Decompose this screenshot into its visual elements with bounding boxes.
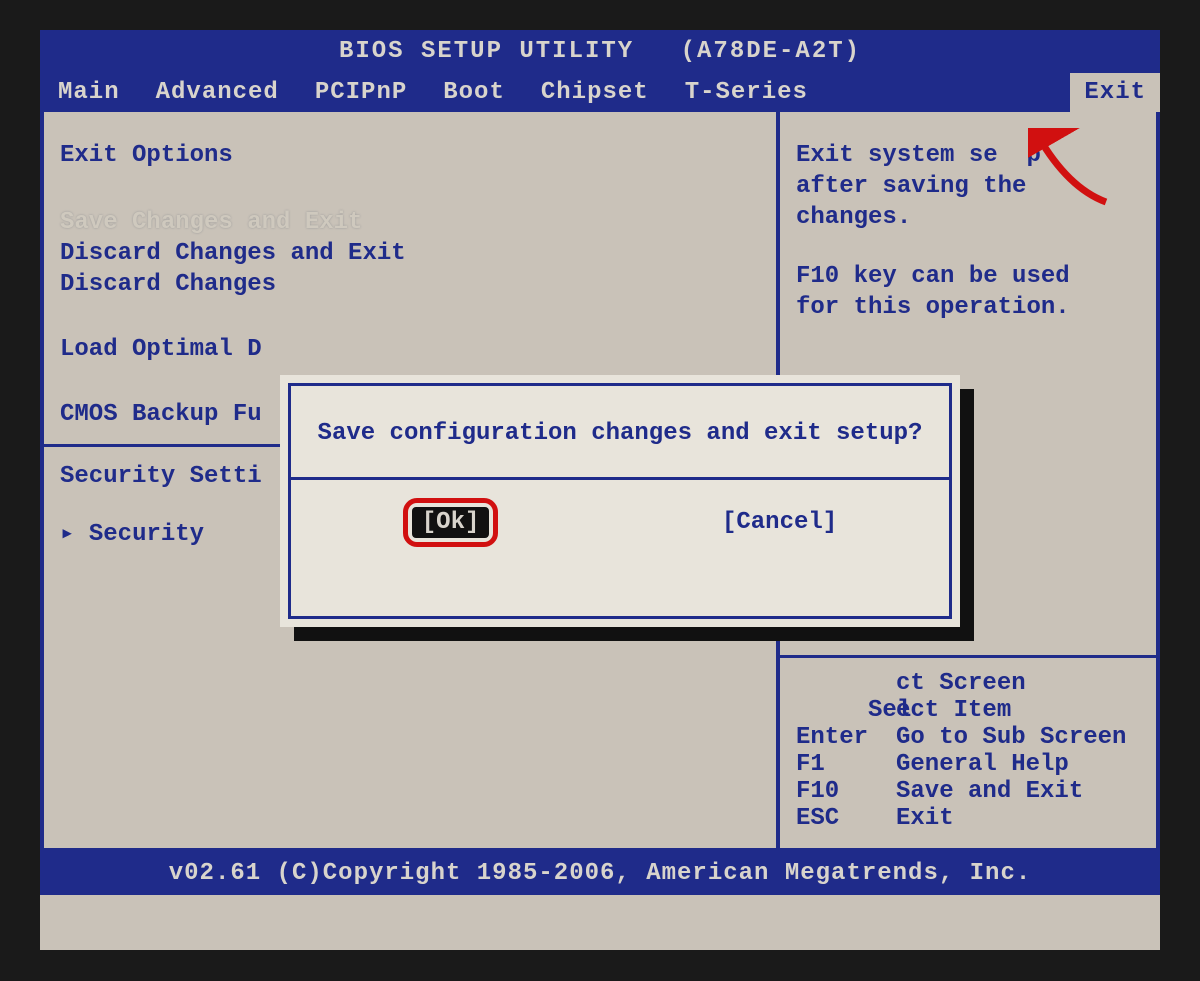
- help-key-enter: Enter: [796, 724, 896, 751]
- menu-discard-and-exit[interactable]: Discard Changes and Exit: [60, 240, 760, 267]
- menu-save-and-exit[interactable]: Save Changes and Exit: [60, 209, 760, 236]
- confirm-dialog: Save configuration changes and exit setu…: [280, 375, 960, 627]
- tab-advanced[interactable]: Advanced: [138, 73, 297, 112]
- help-pane: ct Screen Sel ect Item Enter Go to Sub S…: [780, 655, 1156, 832]
- header-board: (A78DE-A2T): [681, 38, 861, 65]
- tab-tseries[interactable]: T-Series: [667, 73, 826, 112]
- help-row: ct Screen: [796, 670, 1156, 697]
- header: BIOS SETUP UTILITY (A78DE-A2T): [40, 30, 1160, 73]
- help-row: Enter Go to Sub Screen: [796, 724, 1156, 751]
- help-key-arrows: Sel: [796, 697, 896, 724]
- help-key-f10: F10: [796, 778, 896, 805]
- help-row: F10 Save and Exit: [796, 778, 1156, 805]
- tab-pcipnp[interactable]: PCIPnP: [297, 73, 425, 112]
- help-key-f1: F1: [796, 751, 896, 778]
- exit-options-heading: Exit Options: [60, 142, 760, 169]
- help-key: [796, 670, 896, 697]
- dialog-message: Save configuration changes and exit setu…: [291, 386, 949, 477]
- menu-load-optimal[interactable]: Load Optimal D: [60, 336, 760, 363]
- ok-button[interactable]: [Ok]: [412, 507, 490, 538]
- help-row: ESC Exit: [796, 805, 1156, 832]
- side-description: Exit system se p after saving the change…: [796, 142, 1140, 325]
- menu-discard-changes[interactable]: Discard Changes: [60, 271, 760, 298]
- help-label-sub-screen: Go to Sub Screen: [896, 724, 1126, 751]
- header-title: BIOS SETUP UTILITY: [339, 38, 634, 65]
- tab-boot[interactable]: Boot: [425, 73, 523, 112]
- help-label-save-exit: Save and Exit: [896, 778, 1083, 805]
- ok-button-highlight: [Ok]: [403, 498, 499, 547]
- help-label-exit: Exit: [896, 805, 954, 832]
- tab-exit[interactable]: Exit: [1070, 73, 1160, 112]
- tabbar: Main Advanced PCIPnP Boot Chipset T-Seri…: [40, 73, 1160, 112]
- help-key-esc: ESC: [796, 805, 896, 832]
- tab-main[interactable]: Main: [40, 73, 138, 112]
- help-label-select-screen: ct Screen: [896, 670, 1026, 697]
- help-label-select-item: ect Item: [896, 697, 1011, 724]
- help-label-general-help: General Help: [896, 751, 1069, 778]
- help-row: F1 General Help: [796, 751, 1156, 778]
- footer: v02.61 (C)Copyright 1985-2006, American …: [40, 852, 1160, 895]
- help-row: Sel ect Item: [796, 697, 1156, 724]
- cancel-button[interactable]: [Cancel]: [722, 509, 837, 536]
- tab-chipset[interactable]: Chipset: [523, 73, 667, 112]
